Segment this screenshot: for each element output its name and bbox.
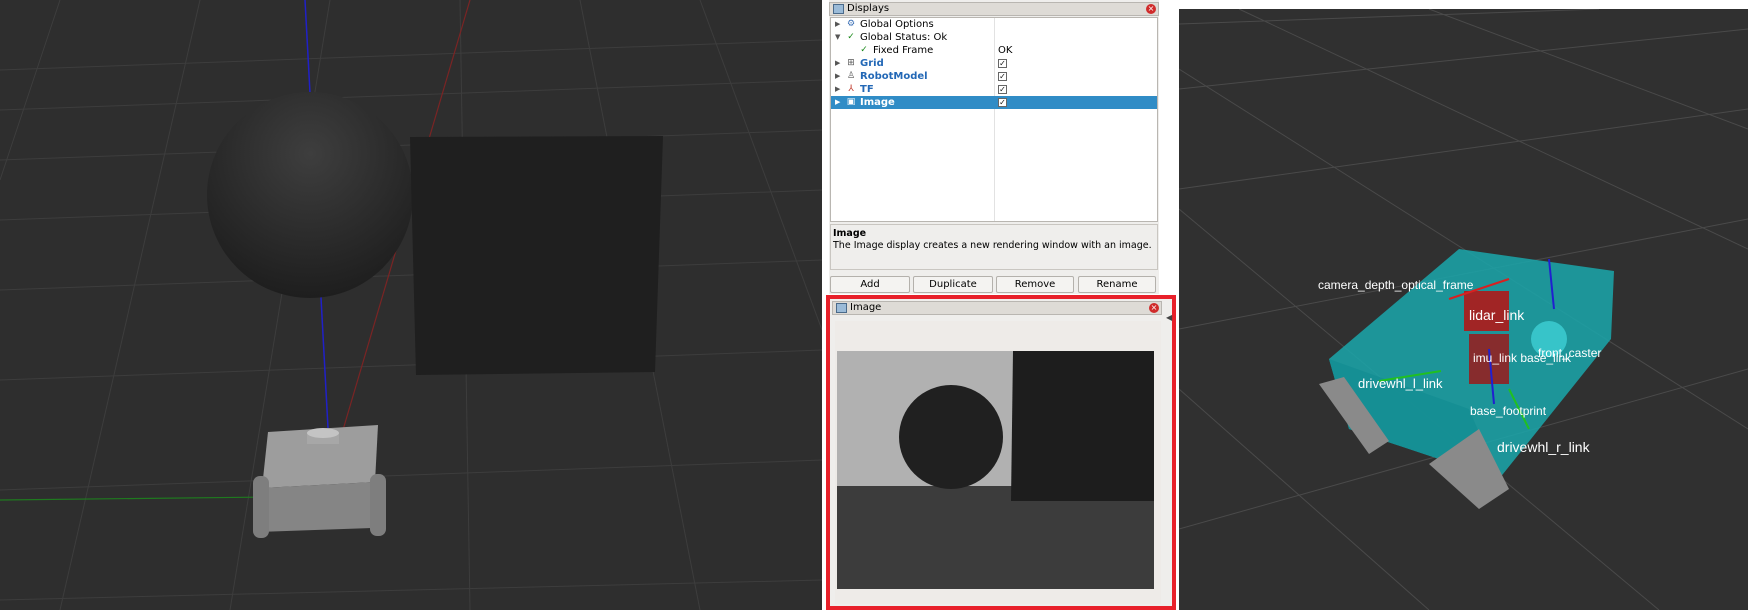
expand-arrow-icon[interactable]: ▶ <box>835 18 840 31</box>
gazebo-scene <box>0 0 822 610</box>
expand-arrow-icon[interactable]: ▶ <box>835 70 840 83</box>
tree-item-tf[interactable]: ▶ ⅄ TF ✓ <box>831 83 1157 96</box>
collapse-left-icon[interactable]: ◀ <box>1166 313 1172 322</box>
gazebo-robot <box>253 425 386 538</box>
checkmark-icon: ✓ <box>860 45 868 55</box>
displays-icon <box>833 4 844 14</box>
close-icon[interactable]: × <box>1146 4 1156 14</box>
tf-label-drivewhl-l-link: drivewhl_l_link <box>1358 376 1443 391</box>
tree-item-global-status[interactable]: ▼ ✓ Global Status: Ok <box>831 31 1157 44</box>
tree-item-label: RobotModel <box>860 71 928 82</box>
duplicate-button[interactable]: Duplicate <box>913 276 993 293</box>
rename-button[interactable]: Rename <box>1078 276 1156 293</box>
tf-label-lidar-link: lidar_link <box>1469 307 1525 323</box>
displays-tree[interactable]: ▶ ⚙ Global Options ▼ ✓ Global Status: Ok… <box>830 17 1158 222</box>
tf-label-base-footprint: base_footprint <box>1470 404 1547 418</box>
displays-title-bar: Displays × <box>829 2 1159 16</box>
tree-item-label: Global Status: Ok <box>860 32 948 43</box>
rviz-3d-view[interactable]: camera_depth_optical_frame lidar_link im… <box>1179 9 1748 610</box>
checkmark-icon: ✓ <box>847 32 855 42</box>
tree-item-label: TF <box>860 84 874 95</box>
displays-button-bar: Add Duplicate Remove Rename <box>830 276 1158 293</box>
display-description: Image The Image display creates a new re… <box>830 224 1158 270</box>
tree-item-robotmodel[interactable]: ▶ ♙ RobotModel ✓ <box>831 70 1157 83</box>
image-panel-title: Image <box>850 302 882 313</box>
robotmodel-enable-checkbox[interactable]: ✓ <box>998 72 1007 81</box>
tree-item-grid[interactable]: ▶ ⊞ Grid ✓ <box>831 57 1157 70</box>
tree-item-fixed-frame[interactable]: ✓ Fixed Frame OK <box>831 44 1157 57</box>
image-enable-checkbox[interactable]: ✓ <box>998 98 1007 107</box>
collapse-arrow-icon[interactable]: ▼ <box>835 31 840 44</box>
grid-enable-checkbox[interactable]: ✓ <box>998 59 1007 68</box>
tree-item-label: Image <box>860 97 895 108</box>
rviz-scene <box>1179 9 1748 610</box>
camera-image <box>837 351 1154 589</box>
fixed-frame-value: OK <box>998 45 1013 56</box>
tree-item-global-options[interactable]: ▶ ⚙ Global Options <box>831 18 1157 31</box>
image-panel: Image × ◀ <box>826 295 1176 610</box>
description-title: Image <box>833 228 867 239</box>
tree-item-image[interactable]: ▶ ▣ Image ✓ <box>831 96 1157 109</box>
box-object <box>410 136 663 375</box>
description-text: The Image display creates a new renderin… <box>833 240 1152 251</box>
sphere-object <box>207 92 413 298</box>
gazebo-viewport[interactable] <box>0 0 822 610</box>
image-title-bar: Image × <box>832 301 1162 315</box>
expand-arrow-icon[interactable]: ▶ <box>835 83 840 96</box>
tree-item-label: Global Options <box>860 19 934 30</box>
tree-item-label: Fixed Frame <box>873 45 934 56</box>
tf-enable-checkbox[interactable]: ✓ <box>998 85 1007 94</box>
gear-icon: ⚙ <box>846 19 856 29</box>
add-button[interactable]: Add <box>830 276 910 293</box>
displays-panel: Displays × ▶ ⚙ Global Options ▼ ✓ Global… <box>829 0 1159 294</box>
tf-label-drivewhl-r-link: drivewhl_r_link <box>1497 439 1590 455</box>
image-panel-icon <box>836 303 847 313</box>
image-icon: ▣ <box>846 97 856 107</box>
tf-label-front-caster: front_caster <box>1538 346 1602 360</box>
camera-image-view <box>835 321 1161 604</box>
remove-button[interactable]: Remove <box>996 276 1074 293</box>
robot-icon: ♙ <box>846 71 856 81</box>
expand-arrow-icon[interactable]: ▶ <box>835 57 840 70</box>
tf-label-camera-frames: camera_depth_optical_frame <box>1318 278 1474 292</box>
axes-icon: ⅄ <box>848 84 854 94</box>
tree-item-label: Grid <box>860 58 884 69</box>
displays-title: Displays <box>847 3 890 14</box>
expand-arrow-icon[interactable]: ▶ <box>835 96 840 109</box>
close-icon[interactable]: × <box>1149 303 1159 313</box>
grid-icon: ⊞ <box>847 58 855 68</box>
